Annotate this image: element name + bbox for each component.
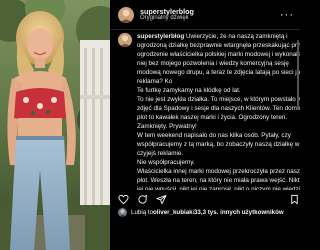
- heart-icon[interactable]: [118, 194, 129, 205]
- comment-icon[interactable]: [137, 194, 148, 205]
- instagram-post-view: superstylerblog Oryginalny dźwięk ··· su…: [0, 0, 300, 250]
- liker-avatar-image: [118, 208, 127, 217]
- avatar-image: [118, 6, 134, 23]
- author-avatar[interactable]: [118, 6, 134, 23]
- caption-body: Uwierzycie, że na naszą zamkniętą i ogro…: [137, 33, 300, 190]
- likes-row: Lubią to oliver_kubiak i 33,3 tys. innyc…: [118, 208, 284, 217]
- author-username[interactable]: superstylerblog: [140, 7, 276, 16]
- caption-scrollbar[interactable]: [297, 40, 299, 110]
- action-bar: [118, 192, 300, 206]
- caption-avatar[interactable]: [118, 33, 132, 47]
- caption-text: superstylerblog Uwierzycie, że na naszą …: [137, 32, 300, 190]
- likes-user[interactable]: oliver_kubiak: [153, 209, 193, 216]
- caption-row: superstylerblog Uwierzycie, że na naszą …: [118, 32, 300, 190]
- liker-avatar[interactable]: [118, 208, 127, 217]
- likes-count[interactable]: 33,3 tys. innych użytkowników: [194, 209, 284, 216]
- caption-username[interactable]: superstylerblog: [137, 33, 184, 40]
- post-photo-image: [0, 0, 110, 250]
- caption: superstylerblog Uwierzycie, że na naszą …: [118, 32, 300, 190]
- bookmark-icon[interactable]: [289, 194, 300, 205]
- post-panel: superstylerblog Oryginalny dźwięk ··· su…: [110, 0, 300, 250]
- post-header: superstylerblog Oryginalny dźwięk ···: [110, 0, 300, 30]
- likes-prefix: Lubią to: [131, 209, 154, 216]
- share-icon[interactable]: [156, 194, 167, 205]
- post-photo[interactable]: [0, 0, 110, 250]
- caption-avatar-image: [118, 33, 132, 47]
- more-icon[interactable]: ···: [280, 9, 294, 20]
- header-text: superstylerblog Oryginalny dźwięk: [140, 7, 276, 22]
- audio-label[interactable]: Oryginalny dźwięk: [140, 15, 276, 21]
